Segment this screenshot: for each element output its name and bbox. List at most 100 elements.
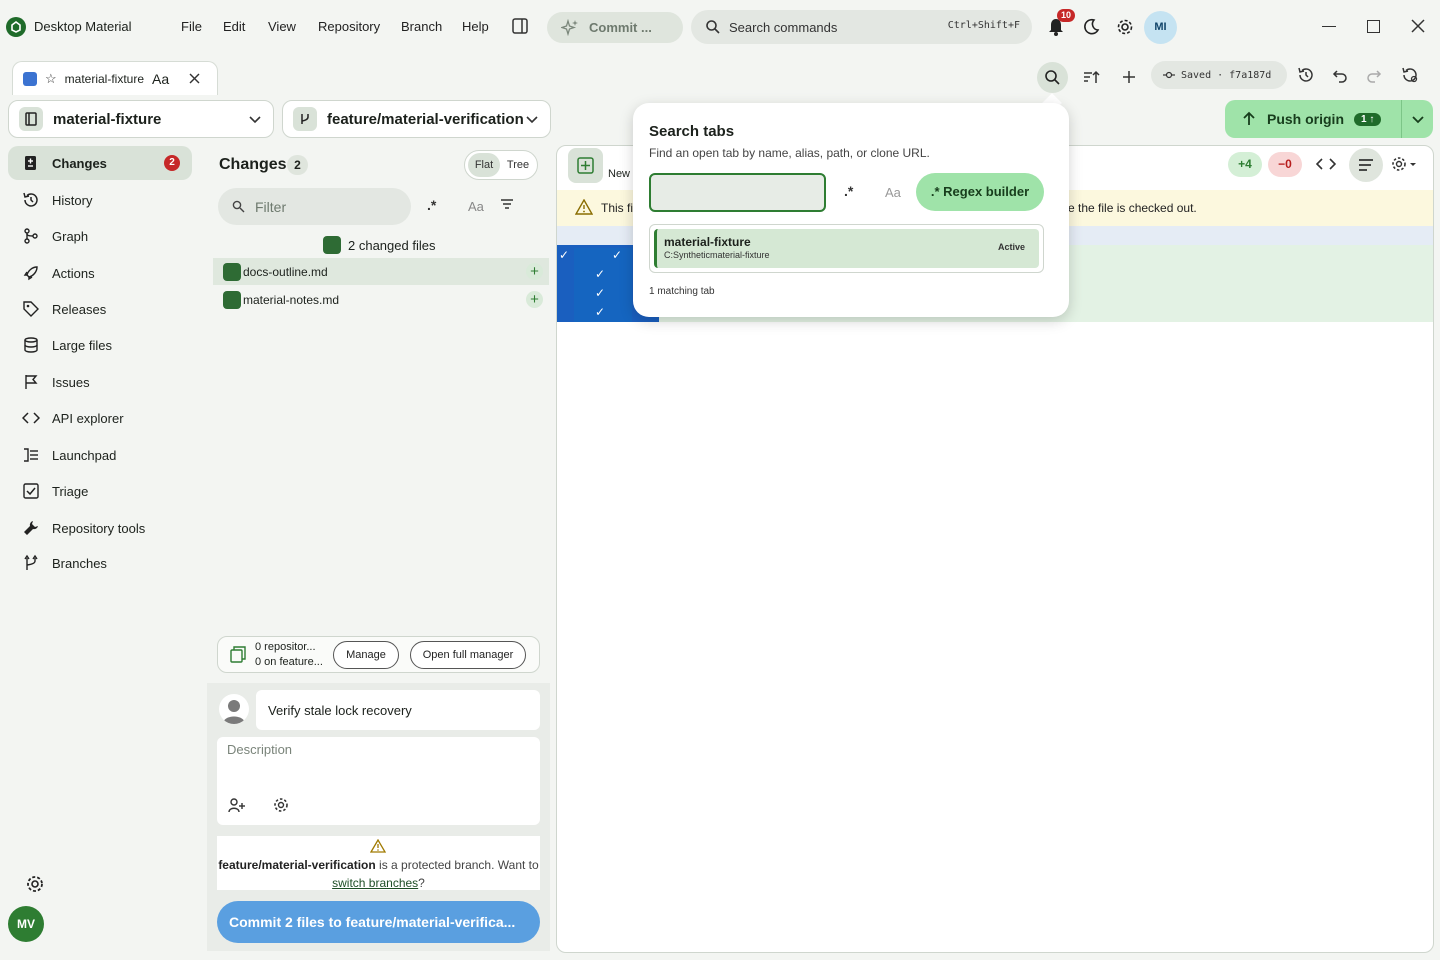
line-checkbox-icon[interactable]: ✓ [595, 286, 605, 300]
add-coauthor-icon[interactable] [228, 797, 246, 813]
select-all-checkbox[interactable] [323, 236, 341, 254]
menu-view[interactable]: View [268, 19, 296, 34]
sidebar-item-repository-tools[interactable]: Repository tools [8, 511, 192, 545]
new-file-label: New [608, 168, 631, 180]
sidebar-item-launchpad[interactable]: Launchpad [8, 438, 192, 472]
sidebar-item-releases[interactable]: Releases [8, 292, 192, 326]
add-file-icon[interactable]: + [526, 263, 543, 280]
author-avatar-icon[interactable] [219, 694, 249, 724]
minimize-icon[interactable] [1322, 26, 1336, 27]
repository-manager-bar: 0 repositor... 0 on feature... Manage Op… [217, 636, 540, 673]
open-full-manager-button[interactable]: Open full manager [410, 641, 526, 669]
sidebar-item-label: Launchpad [52, 447, 117, 463]
file-row[interactable]: material-notes.md + [213, 286, 549, 313]
list-icon [22, 446, 40, 464]
sidebar-item-label: Actions [52, 265, 95, 281]
menu-branch[interactable]: Branch [401, 19, 442, 34]
sidebar-item-changes[interactable]: Changes 2 [8, 146, 192, 180]
commit-pill-button[interactable]: Commit ... [547, 12, 683, 43]
file-checkbox[interactable] [223, 290, 241, 309]
line-checkbox-icon[interactable]: ✓ [559, 248, 569, 262]
push-menu-chevron-icon[interactable] [1401, 100, 1433, 138]
file-row[interactable]: docs-outline.md + [213, 258, 549, 285]
view-tree-button[interactable]: Tree [502, 153, 534, 177]
switch-branches-link[interactable]: switch branches [332, 876, 418, 890]
changed-files-summary[interactable]: 2 changed files [323, 236, 435, 254]
line-checkbox-icon[interactable]: ✓ [612, 248, 622, 262]
sidebar-item-label: Issues [52, 374, 90, 390]
account-avatar[interactable]: MV [8, 906, 44, 942]
search-tabs-input[interactable] [649, 173, 826, 212]
description-placeholder: Description [227, 742, 293, 757]
manage-button[interactable]: Manage [333, 641, 399, 669]
line-checkbox-icon[interactable]: ✓ [595, 267, 605, 281]
new-file-icon[interactable] [568, 148, 603, 183]
filter-options-icon[interactable] [500, 198, 514, 210]
toggle-panel-icon[interactable] [511, 17, 529, 35]
saved-status-label: Saved · f7a187d [1181, 69, 1272, 81]
regex-toggle-button[interactable]: .* [427, 197, 436, 213]
filter-placeholder: Filter [255, 198, 287, 215]
sidebar-item-label: Triage [52, 483, 89, 499]
sort-tabs-icon[interactable] [1082, 68, 1100, 86]
changes-icon [22, 154, 40, 172]
additions-count: +4 [1228, 152, 1262, 177]
menu-file[interactable]: File [181, 19, 202, 34]
tab-search-icon[interactable] [1037, 62, 1068, 93]
repository-selector[interactable]: material-fixture [8, 100, 274, 138]
warning-icon [575, 199, 593, 215]
regex-toggle-button[interactable]: .* [844, 183, 853, 199]
saved-status-pill[interactable]: Saved · f7a187d [1151, 61, 1287, 89]
star-icon[interactable]: ☆ [45, 71, 57, 87]
branch-summary: 0 on feature... [255, 656, 323, 668]
sidebar-item-history[interactable]: History [8, 183, 192, 217]
new-tab-icon[interactable] [1121, 69, 1137, 85]
sidebar-item-branches[interactable]: Branches [8, 546, 192, 580]
close-tab-icon[interactable] [189, 73, 200, 84]
command-search-input[interactable]: Search commands Ctrl+Shift+F [691, 10, 1032, 44]
wrap-lines-icon[interactable] [1349, 148, 1383, 182]
match-case-button[interactable]: Aa [885, 185, 901, 200]
regex-builder-button[interactable]: .* Regex builder [916, 173, 1044, 211]
file-checkbox[interactable] [223, 262, 241, 281]
tag-icon [22, 300, 40, 318]
tab-search-result[interactable]: material-fixture C:Syntheticmaterial-fix… [649, 224, 1044, 273]
sidebar-item-label: Branches [52, 555, 107, 571]
branch-selector[interactable]: feature/material-verification [282, 100, 551, 138]
sidebar-item-graph[interactable]: Graph [8, 219, 192, 253]
command-search-shortcut: Ctrl+Shift+F [947, 20, 1020, 31]
view-flat-button[interactable]: Flat [468, 153, 500, 177]
moon-icon[interactable] [1082, 18, 1100, 36]
menu-repository[interactable]: Repository [318, 19, 380, 34]
commit-options-gear-icon[interactable] [273, 797, 289, 813]
protected-branch-text: is a protected branch. Want to [375, 858, 539, 872]
maximize-icon[interactable] [1367, 20, 1380, 33]
sidebar-item-issues[interactable]: Issues [8, 365, 192, 399]
undo-icon[interactable] [1332, 67, 1348, 83]
user-avatar[interactable]: MI [1144, 11, 1177, 44]
view-source-icon[interactable] [1316, 156, 1336, 172]
commit-button[interactable]: Commit 2 files to feature/material-verif… [217, 901, 540, 943]
commit-description-input[interactable]: Description [217, 737, 540, 825]
diff-settings-icon[interactable] [1391, 156, 1419, 172]
line-checkbox-icon[interactable]: ✓ [595, 305, 605, 319]
history-settings-icon[interactable] [1401, 66, 1419, 84]
commit-summary-input[interactable]: Verify stale lock recovery [256, 690, 540, 730]
sidebar-settings-icon[interactable] [25, 874, 45, 894]
repo-tab[interactable]: ☆ material-fixture Aa [12, 61, 218, 95]
push-origin-button[interactable]: Push origin 1 ↑ [1225, 100, 1433, 138]
deletions-count: −0 [1268, 152, 1302, 177]
match-case-button[interactable]: Aa [468, 199, 484, 214]
add-file-icon[interactable]: + [526, 291, 543, 308]
sidebar-item-triage[interactable]: Triage [8, 474, 192, 508]
close-window-icon[interactable] [1411, 19, 1425, 33]
restore-history-icon[interactable] [1297, 66, 1315, 84]
sidebar-item-api-explorer[interactable]: API explorer [8, 401, 192, 435]
file-filter-input[interactable]: Filter [218, 188, 411, 225]
sidebar-item-actions[interactable]: Actions [8, 256, 192, 290]
menu-edit[interactable]: Edit [223, 19, 245, 34]
settings-gear-icon[interactable] [1116, 18, 1134, 36]
sidebar-item-large-files[interactable]: Large files [8, 328, 192, 362]
menu-help[interactable]: Help [462, 19, 489, 34]
redo-icon[interactable] [1366, 67, 1382, 83]
